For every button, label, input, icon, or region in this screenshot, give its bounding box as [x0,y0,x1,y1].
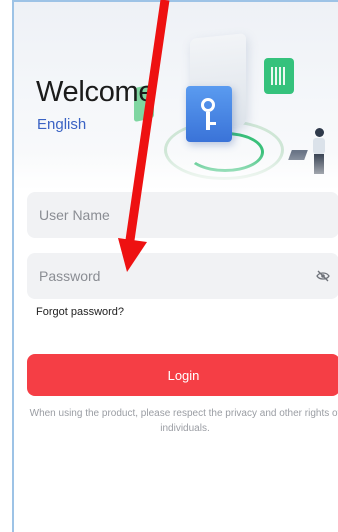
hero-fade [14,152,338,188]
app-frame: Welcome English Forgot password? Login W… [12,0,338,532]
login-button[interactable]: Login [27,354,338,396]
welcome-title: Welcome [36,76,155,108]
audio-bars-icon [264,58,294,94]
password-input[interactable] [27,253,338,299]
username-input[interactable] [27,192,338,238]
language-selector[interactable]: English [37,116,86,133]
forgot-password-link[interactable]: Forgot password? [36,306,124,318]
key-icon [186,86,232,142]
eye-slash-icon[interactable] [316,270,330,282]
privacy-notice: When using the product, please respect t… [29,408,338,434]
